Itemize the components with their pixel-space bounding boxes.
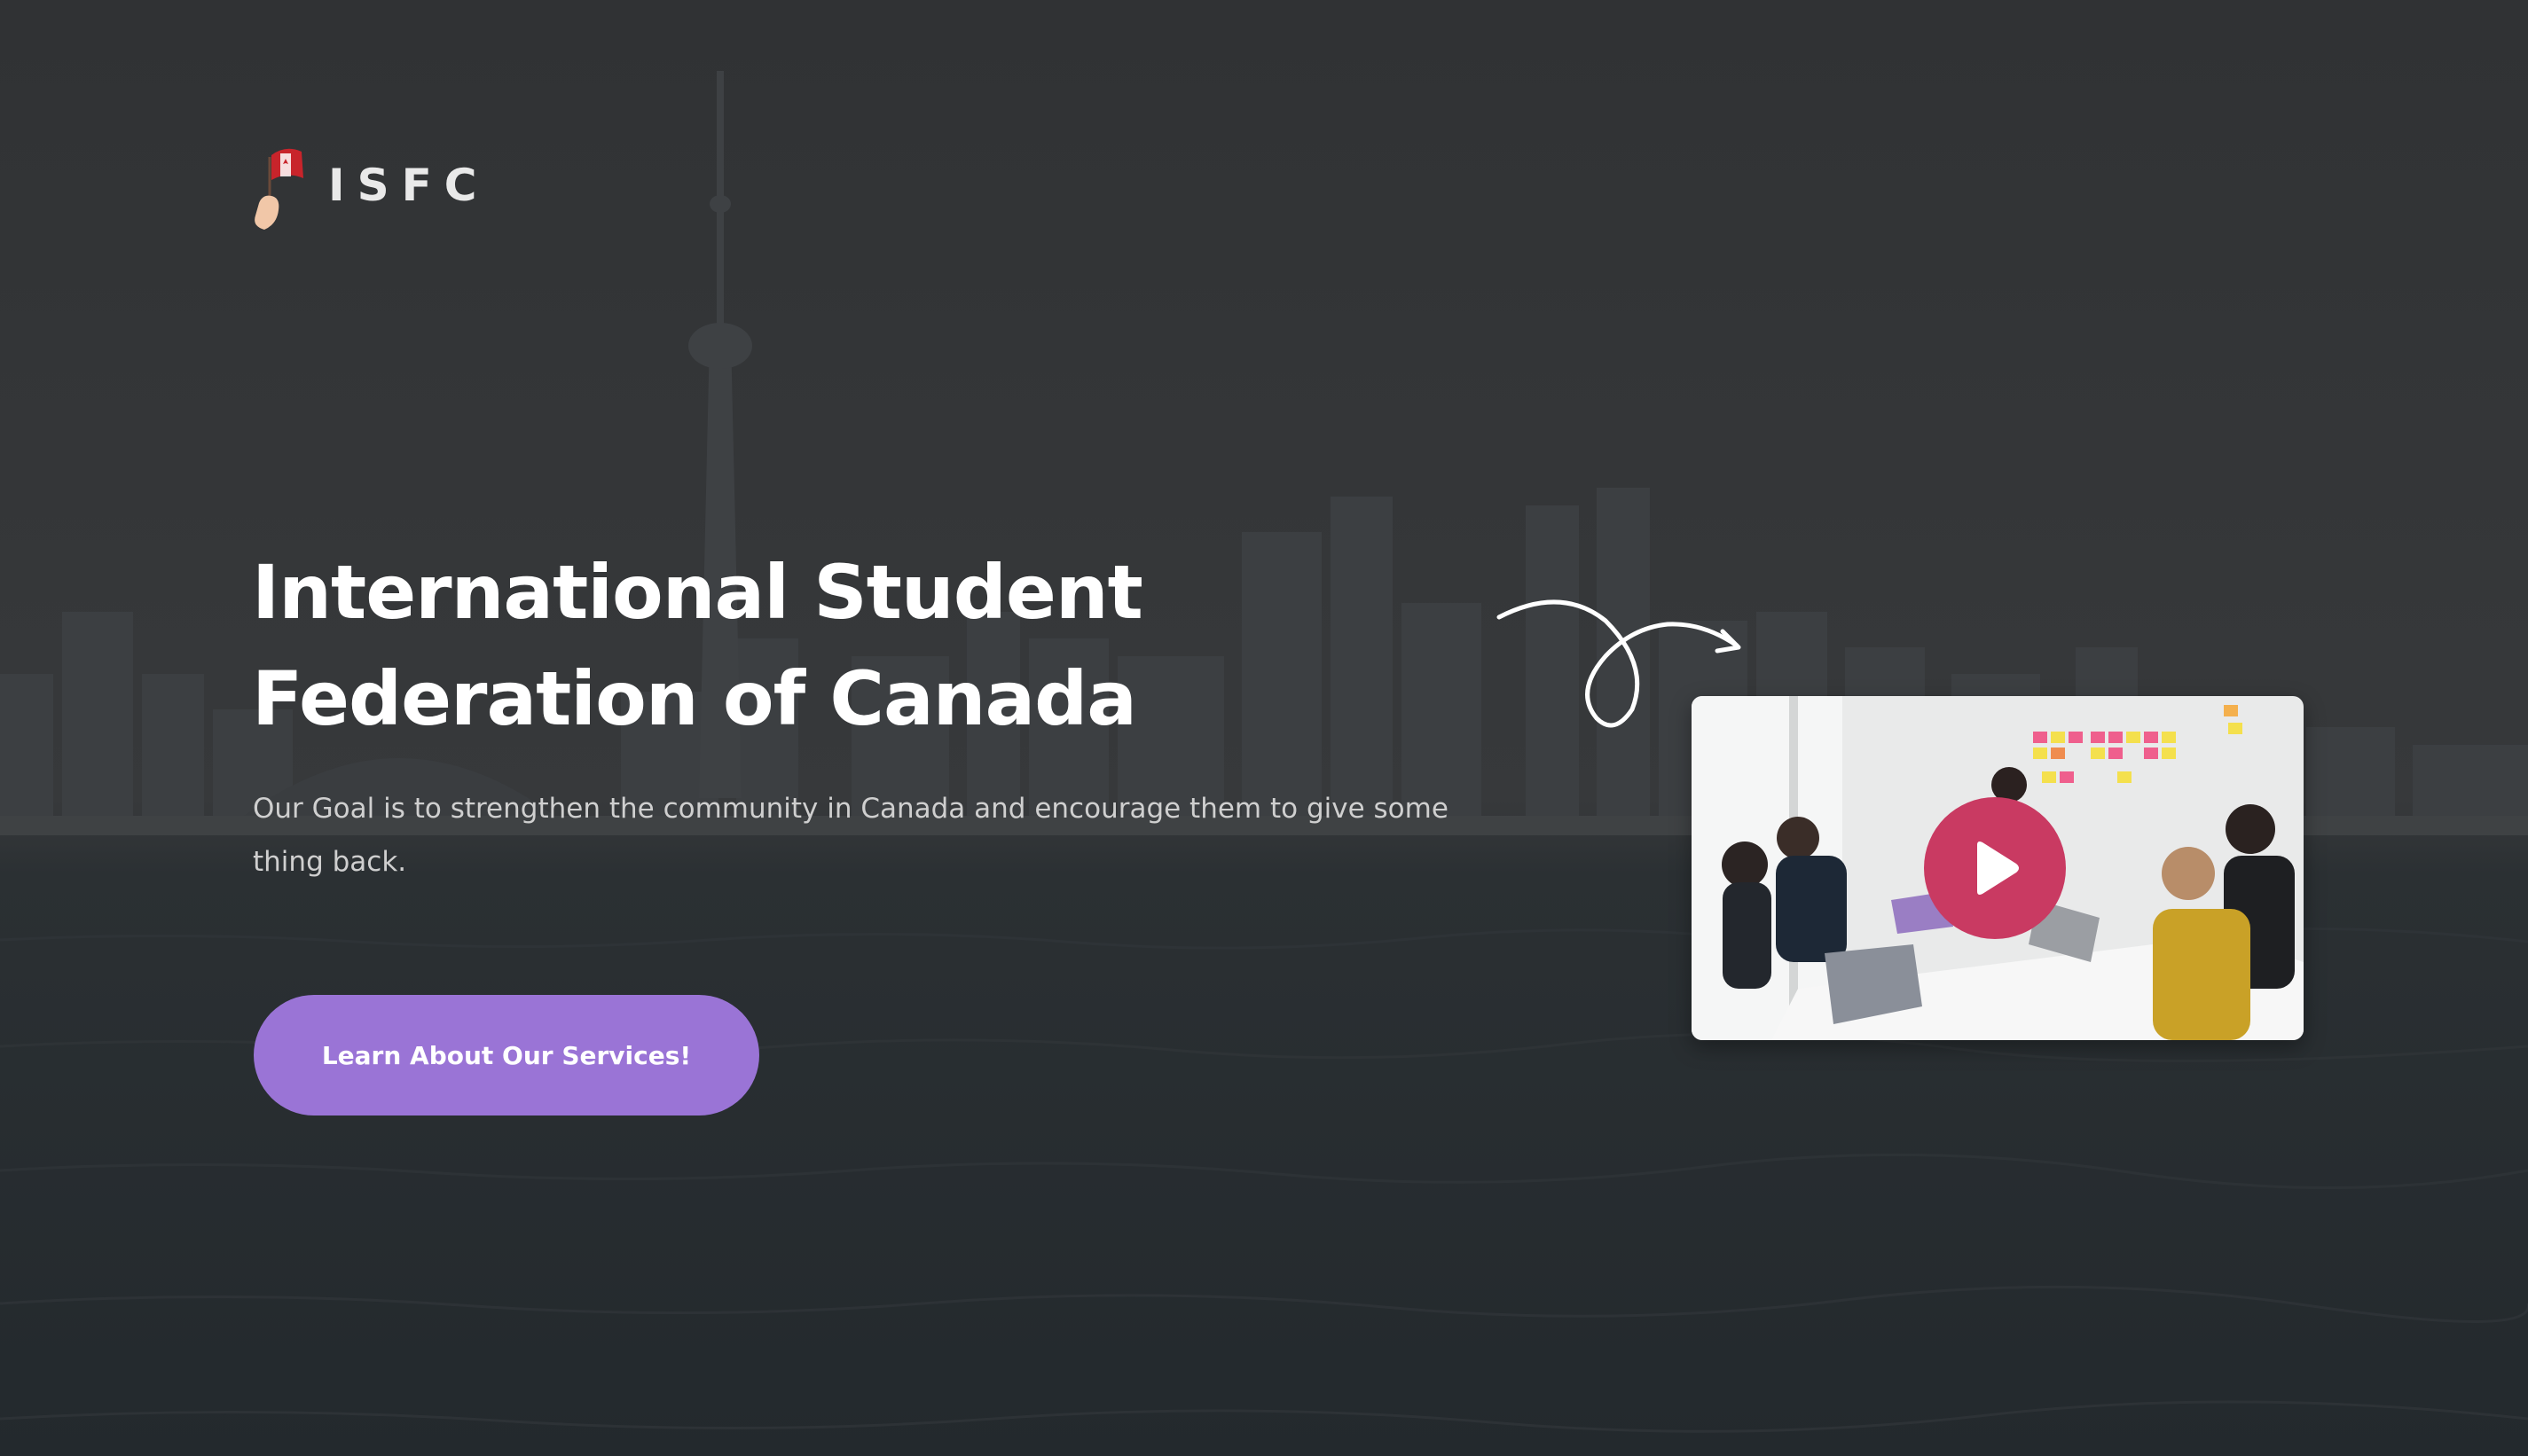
brand-logo[interactable]: ISFC xyxy=(250,138,489,232)
brand-name: ISFC xyxy=(328,160,490,211)
hand-holding-canada-flag-icon xyxy=(255,148,303,230)
play-button[interactable] xyxy=(1924,797,2066,939)
video-card[interactable] xyxy=(1692,696,2304,1040)
play-icon xyxy=(1977,842,2019,895)
page-title: International Student Federation of Cana… xyxy=(252,549,1143,742)
hero-subtitle: Our Goal is to strengthen the community … xyxy=(253,793,1448,878)
hero-section: ISFC International Student Federation of… xyxy=(0,0,2528,1456)
learn-about-services-button[interactable]: Learn About Our Services! xyxy=(254,995,759,1115)
